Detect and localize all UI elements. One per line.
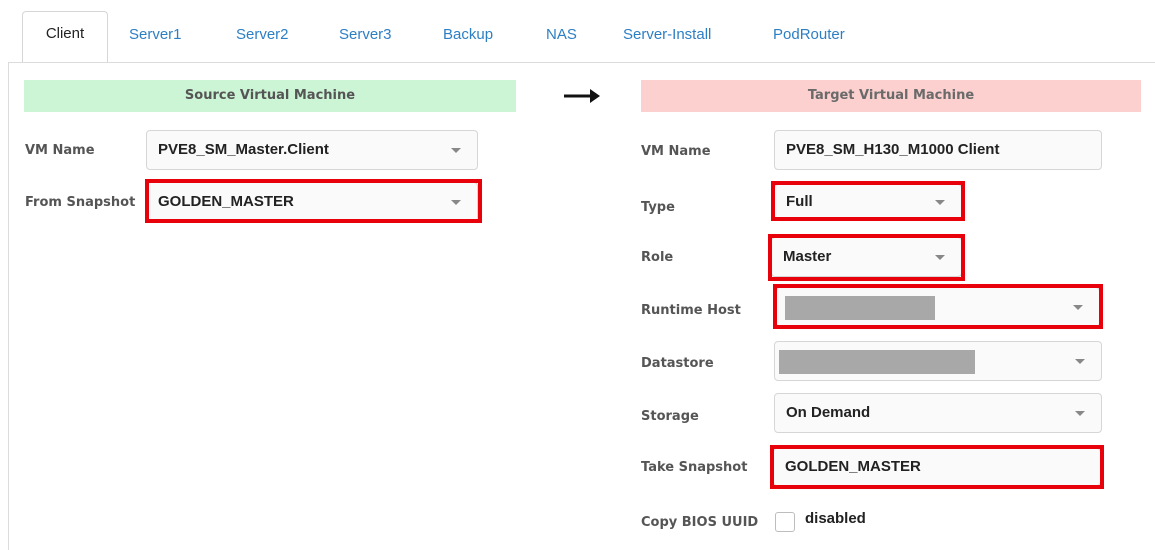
datastore-select[interactable]	[774, 341, 1102, 381]
take-snapshot-label: Take Snapshot	[641, 460, 748, 475]
target-vm-header: Target Virtual Machine	[641, 80, 1141, 112]
target-vm-name-label: VM Name	[641, 144, 711, 159]
storage-label: Storage	[641, 409, 699, 424]
right-arrow-icon	[564, 89, 600, 103]
runtime-host-label: Runtime Host	[641, 303, 741, 318]
tab-client[interactable]: Client	[22, 11, 108, 63]
redacted-value	[785, 296, 935, 320]
storage-value: On Demand	[786, 404, 871, 421]
chevron-down-icon	[451, 148, 461, 153]
role-label: Role	[641, 250, 674, 265]
role-value: Master	[783, 248, 832, 265]
source-snapshot-label: From Snapshot	[25, 195, 136, 210]
chevron-down-icon	[1075, 411, 1085, 416]
source-vm-name-label: VM Name	[25, 143, 95, 158]
tab-divider	[8, 62, 1155, 63]
tab-server3[interactable]: Server3	[339, 22, 392, 48]
target-vm-name-input[interactable]: PVE8_SM_H130_M1000 Client	[774, 130, 1102, 170]
panel-border	[8, 63, 9, 550]
copy-bios-uuid-label: Copy BIOS UUID	[641, 515, 759, 530]
chevron-down-icon	[1073, 305, 1083, 310]
type-label: Type	[641, 200, 675, 215]
type-select[interactable]: Full	[774, 184, 962, 220]
tab-podrouter[interactable]: PodRouter	[773, 22, 845, 48]
source-vm-name-value: PVE8_SM_Master.Client	[158, 141, 329, 158]
tab-backup[interactable]: Backup	[443, 22, 493, 48]
tab-nas[interactable]: NAS	[546, 22, 577, 48]
source-vm-header: Source Virtual Machine	[24, 80, 516, 112]
storage-select[interactable]: On Demand	[774, 393, 1102, 433]
source-snapshot-select[interactable]: GOLDEN_MASTER	[146, 182, 478, 222]
datastore-label: Datastore	[641, 356, 714, 371]
tab-server1[interactable]: Server1	[129, 22, 182, 48]
redacted-value	[779, 350, 975, 374]
chevron-down-icon	[935, 255, 945, 260]
target-vm-name-value: PVE8_SM_H130_M1000 Client	[786, 141, 1000, 158]
chevron-down-icon	[935, 200, 945, 205]
type-value: Full	[786, 193, 813, 210]
runtime-host-select[interactable]	[776, 287, 1100, 327]
copy-bios-uuid-state: disabled	[805, 510, 866, 527]
take-snapshot-input[interactable]: GOLDEN_MASTER	[773, 448, 1101, 486]
copy-bios-uuid-checkbox[interactable]	[775, 512, 795, 532]
chevron-down-icon	[1075, 359, 1085, 364]
role-select[interactable]: Master	[771, 237, 962, 277]
tab-server-install[interactable]: Server-Install	[623, 22, 711, 48]
tab-server2[interactable]: Server2	[236, 22, 289, 48]
source-snapshot-value: GOLDEN_MASTER	[158, 193, 294, 210]
tab-bar: Client Server1 Server2 Server3 Backup NA…	[0, 0, 1155, 63]
chevron-down-icon	[451, 200, 461, 205]
take-snapshot-value: GOLDEN_MASTER	[785, 458, 921, 475]
source-vm-name-select[interactable]: PVE8_SM_Master.Client	[146, 130, 478, 170]
